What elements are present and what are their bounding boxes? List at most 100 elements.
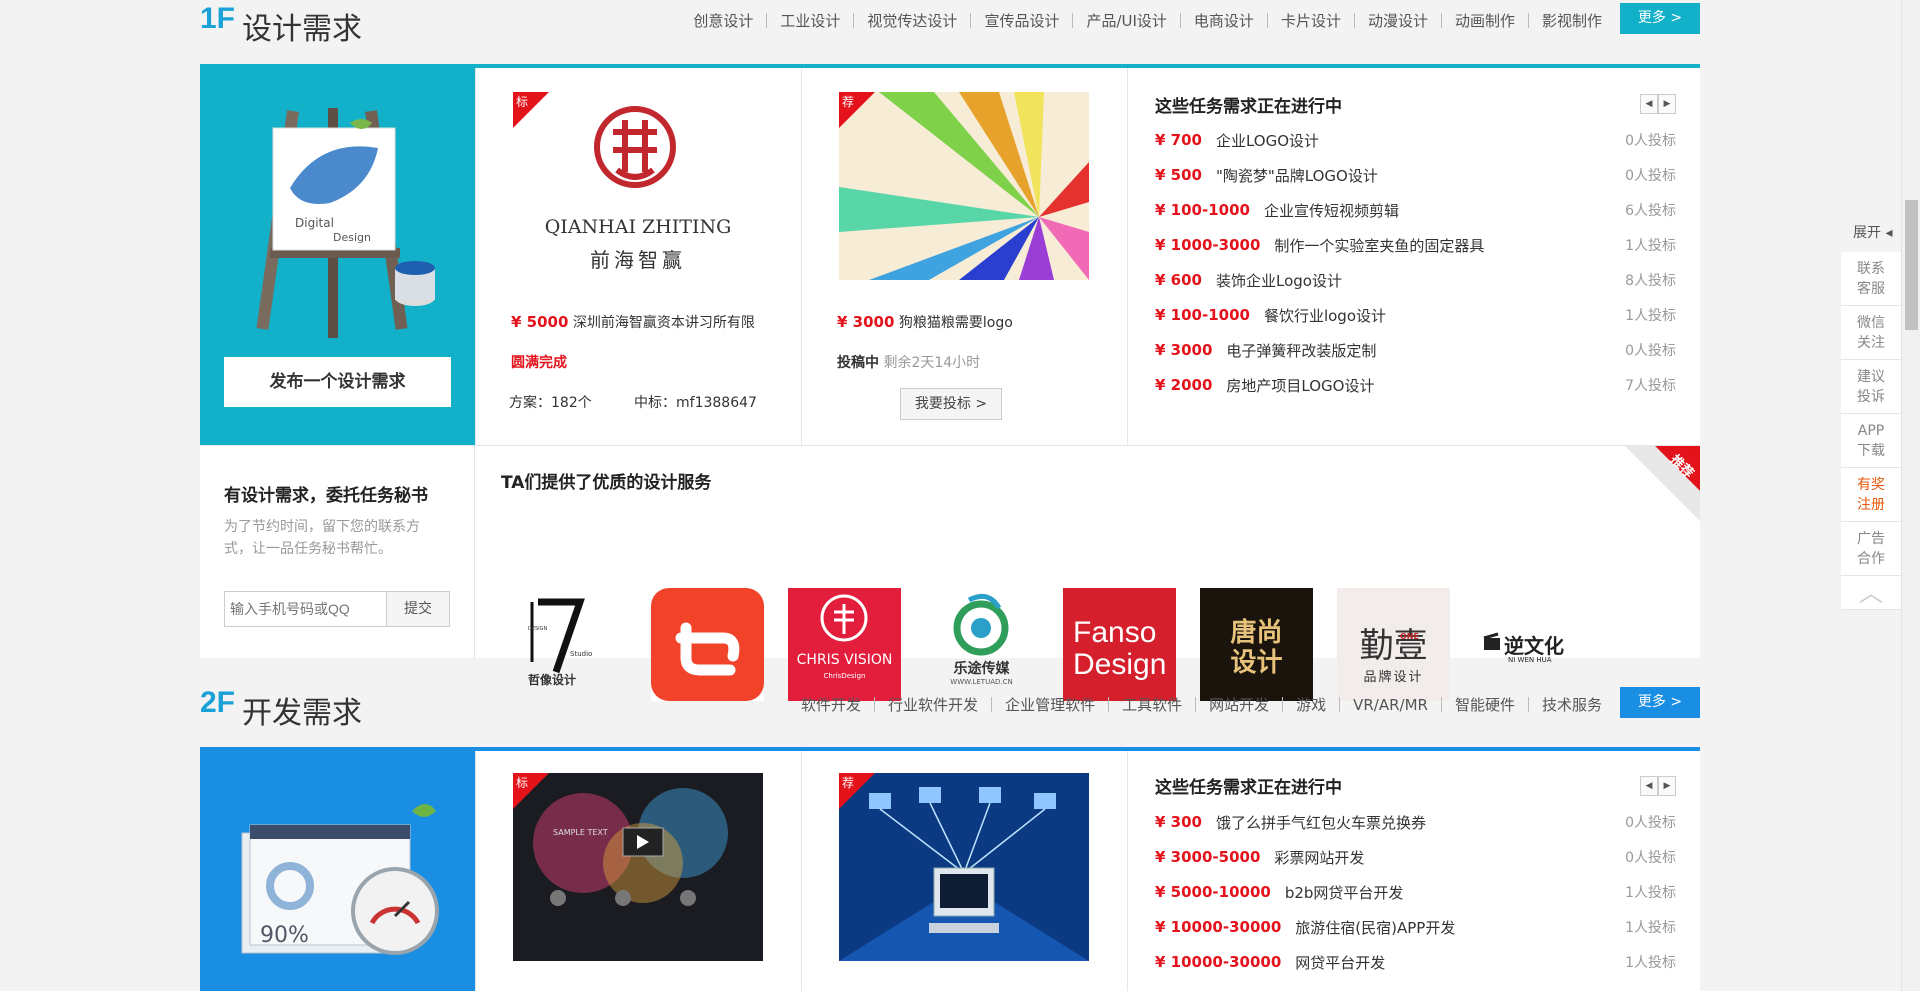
provider-logo[interactable]: Fanso Design [1063,588,1176,701]
task-bid-count: 0人投标 [1625,133,1676,149]
task-name[interactable]: 企业宣传短视频剪辑 [1264,200,1399,221]
category-link[interactable]: 工具软件 [1109,694,1195,715]
scrollbar-thumb[interactable] [1905,200,1918,330]
back-to-top-icon[interactable]: ︿ [1841,576,1901,610]
prev-arrow-icon[interactable]: ◀ [1640,776,1658,796]
category-link[interactable]: 影视制作 [1529,10,1615,31]
task-name[interactable]: 制作一个实验室夹鱼的固定器具 [1274,235,1484,256]
task-name[interactable]: 网贷平台开发 [1295,952,1385,973]
sidebar-item-feedback[interactable]: 建议投诉 [1841,360,1901,414]
task-title[interactable]: 狗粮猫粮需要logo [899,315,1013,331]
provider-logo[interactable]: DESIGN Studio 哲像设计 [498,588,611,701]
task-card[interactable]: 标 QIANHAI ZHITING 前海智赢 ¥ 5000 深圳前海智赢资本讲习… [475,68,801,445]
sidebar-item-register-reward[interactable]: 有奖注册 [1841,468,1901,522]
sidebar-item-customer-service[interactable]: 联系客服 [1841,252,1901,306]
task-card[interactable]: 荐 [801,751,1127,991]
category-link[interactable]: 动漫设计 [1355,10,1441,31]
task-bid-count: 7人投标 [1625,378,1676,394]
category-link[interactable]: 行业软件开发 [875,694,991,715]
task-row[interactable]: ¥ 1000-3000 制作一个实验室夹鱼的固定器具 1人投标 [1155,233,1676,257]
film-clapper-icon [1483,632,1500,650]
publish-design-button[interactable]: 发布一个设计需求 [224,357,451,407]
floor2-header: 2F 开发需求 软件开发 行业软件开发 企业管理软件 工具软件 网站开发 游戏 … [200,686,1700,731]
provider-logo[interactable] [651,588,764,701]
next-arrow-icon[interactable]: ▶ [1658,776,1676,796]
prev-arrow-icon[interactable]: ◀ [1640,94,1658,114]
phone-qq-input[interactable] [225,592,387,626]
category-link[interactable]: 企业管理软件 [992,694,1108,715]
task-card-image[interactable]: 荐 [839,92,1089,280]
task-list: 这些任务需求正在进行中 ◀ ▶ ¥ 700 企业LOGO设计 0人投标 ¥ 500 "… [1127,68,1700,445]
next-arrow-icon[interactable]: ▶ [1658,94,1676,114]
task-row[interactable]: ¥ 5000-10000 b2b网贷平台开发 1人投标 [1155,880,1676,904]
provider-logo[interactable]: 乐途传媒 WWW.LETUAD.CN [925,588,1038,701]
task-row[interactable]: ¥ 500 "陶瓷梦"品牌LOGO设计 0人投标 [1155,163,1676,187]
category-link[interactable]: 网站开发 [1196,694,1282,715]
task-row[interactable]: ¥ 600 装饰企业Logo设计 8人投标 [1155,268,1676,292]
category-link[interactable]: 产品/UI设计 [1073,10,1179,31]
sidebar-item-wechat[interactable]: 微信关注 [1841,306,1901,360]
category-link[interactable]: 卡片设计 [1268,10,1354,31]
category-link[interactable]: 动画制作 [1442,10,1528,31]
category-link[interactable]: 电商设计 [1181,10,1267,31]
task-name[interactable]: 旅游住宿(民宿)APP开发 [1295,917,1455,938]
sidebar-item-ad-cooperation[interactable]: 广告合作 [1841,522,1901,576]
letu-logo-icon [953,593,1009,656]
task-row[interactable]: ¥ 300 饿了么拼手气红包火车票兑换券 0人投标 [1155,810,1676,834]
task-row[interactable]: ¥ 100-1000 企业宣传短视频剪辑 6人投标 [1155,198,1676,222]
task-row[interactable]: ¥ 3000-5000 彩票网站开发 0人投标 [1155,845,1676,869]
floor2-promo: 90% [200,751,475,991]
task-row[interactable]: ¥ 3000 电子弹簧秤改装版定制 0人投标 [1155,338,1676,362]
task-name[interactable]: 饿了么拼手气红包火车票兑换券 [1216,812,1426,833]
task-row[interactable]: ¥ 100-1000 餐饮行业logo设计 1人投标 [1155,303,1676,327]
task-title[interactable]: 深圳前海智赢资本讲习所有限 [573,315,755,331]
logo-text: Fanso [1073,616,1157,649]
category-link[interactable]: 软件开发 [788,694,874,715]
category-link[interactable]: 宣传品设计 [971,10,1072,31]
task-name[interactable]: 彩票网站开发 [1274,847,1364,868]
provider-logo[interactable]: 唐尚设计 [1200,588,1313,701]
task-bid-count: 1人投标 [1625,920,1676,936]
task-list-pager: ◀ ▶ [1640,94,1676,114]
submit-button[interactable]: 提交 [387,592,449,626]
floor1-title: 设计需求 [242,12,362,47]
task-name[interactable]: 电子弹簧秤改装版定制 [1226,340,1376,361]
category-link[interactable]: VR/AR/MR [1340,696,1441,714]
logo-text: 唐尚设计 [1230,618,1283,678]
task-card-image[interactable]: 荐 [839,773,1089,961]
category-link[interactable]: 技术服务 [1529,694,1615,715]
task-card[interactable]: 荐 ¥ 3000 狗粮猫粮需要logo 投稿中 剩余2天14小时 我要投标 > [801,68,1127,445]
task-card[interactable]: SAMPLE TEXT 标 [475,751,801,991]
task-list-pager: ◀ ▶ [1640,776,1676,796]
task-name[interactable]: b2b网贷平台开发 [1285,882,1404,903]
floor2-more-button[interactable]: 更多 > [1620,687,1700,718]
task-name[interactable]: 餐饮行业logo设计 [1264,305,1386,326]
category-link[interactable]: 创意设计 [680,10,766,31]
category-link[interactable]: 视觉传达设计 [854,10,970,31]
task-name[interactable]: 房地产项目LOGO设计 [1226,375,1374,396]
provider-logo[interactable]: CHRIS VISION ChrisDesign [788,588,901,701]
task-name[interactable]: 装饰企业Logo设计 [1216,270,1342,291]
vertical-scrollbar[interactable] [1901,0,1920,991]
task-card-image[interactable]: 标 QIANHAI ZHITING 前海智赢 [513,92,763,280]
bid-button[interactable]: 我要投标 > [900,388,1002,420]
task-row[interactable]: ¥ 700 企业LOGO设计 0人投标 [1155,128,1676,152]
tag-label: 荐 [842,95,855,109]
task-card-image[interactable]: SAMPLE TEXT 标 [513,773,763,961]
category-link[interactable]: 工业设计 [767,10,853,31]
task-name[interactable]: "陶瓷梦"品牌LOGO设计 [1216,165,1378,186]
task-row[interactable]: ¥ 2000 房地产项目LOGO设计 7人投标 [1155,373,1676,397]
task-status-row: 投稿中 剩余2天14小时 [837,352,980,372]
sidebar-expand-toggle[interactable]: 展开 ◂ [1853,222,1892,242]
task-price: ¥ 600 [1155,271,1202,289]
secretary-form: 提交 [224,591,450,627]
category-link[interactable]: 智能硬件 [1442,694,1528,715]
provider-logo[interactable]: 勤壹 ONE 品牌设计 [1337,588,1450,701]
category-link[interactable]: 游戏 [1283,694,1339,715]
floor1-more-button[interactable]: 更多 > [1620,3,1700,34]
task-row[interactable]: ¥ 10000-30000 旅游住宿(民宿)APP开发 1人投标 [1155,915,1676,939]
sidebar-item-app-download[interactable]: APP下载 [1841,414,1901,468]
task-row[interactable]: ¥ 10000-30000 网贷平台开发 1人投标 [1155,950,1676,974]
task-name[interactable]: 企业LOGO设计 [1216,130,1319,151]
provider-logo[interactable]: 逆文化 NI WEN HUA [1474,588,1587,701]
